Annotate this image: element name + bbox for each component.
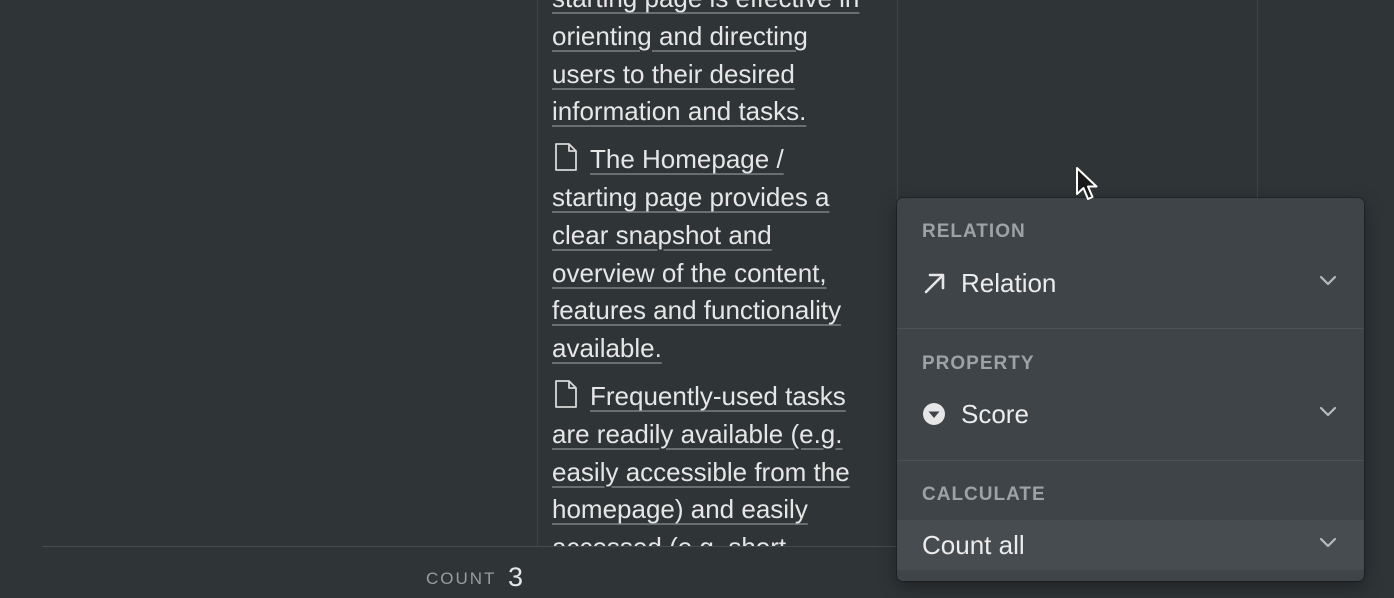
section-divider (897, 328, 1364, 329)
arrow-up-right-icon (924, 273, 945, 294)
relation-item[interactable]: Frequently-used tasks are readily availa… (552, 378, 872, 546)
page-icon (555, 143, 577, 172)
relation-select-value: Relation (961, 268, 1057, 298)
relation-item[interactable]: The Homepage / starting page provides a … (552, 141, 872, 368)
count-value[interactable]: 3 (508, 562, 523, 593)
property-select-value: Score (961, 399, 1029, 429)
relation-item-text[interactable]: The Homepage / starting page provides a … (552, 144, 841, 363)
calculate-menu: RELATION Relation PROPERTY Score CALCULA… (897, 198, 1364, 581)
relation-item-text[interactable]: starting page is effective in orienting … (552, 0, 859, 126)
column-divider-left (537, 0, 538, 547)
calculate-section-label: CALCULATE (922, 484, 1046, 505)
page-icon (555, 380, 577, 408)
column-divider-right (1257, 0, 1258, 200)
relation-section-label: RELATION (922, 221, 1026, 242)
count-label[interactable]: COUNT (426, 569, 496, 589)
footer-divider (42, 546, 897, 547)
section-divider (897, 460, 1364, 461)
select-property-icon (923, 403, 945, 425)
column-divider-middle (897, 0, 898, 200)
calculate-select[interactable]: Count all (897, 520, 1364, 570)
relation-item-text[interactable]: Frequently-used tasks are readily availa… (552, 381, 850, 546)
property-select[interactable]: Score (897, 389, 1364, 439)
chevron-down-icon (1319, 275, 1337, 286)
relation-select[interactable]: Relation (897, 258, 1364, 308)
chevron-down-icon (1319, 537, 1337, 548)
chevron-down-icon (1319, 406, 1337, 417)
relation-item[interactable]: starting page is effective in orienting … (552, 0, 872, 131)
calculate-select-value: Count all (922, 530, 1025, 560)
mouse-cursor-icon (1076, 167, 1098, 200)
relation-cell[interactable]: starting page is effective in orienting … (552, 0, 872, 546)
property-section-label: PROPERTY (922, 353, 1035, 374)
